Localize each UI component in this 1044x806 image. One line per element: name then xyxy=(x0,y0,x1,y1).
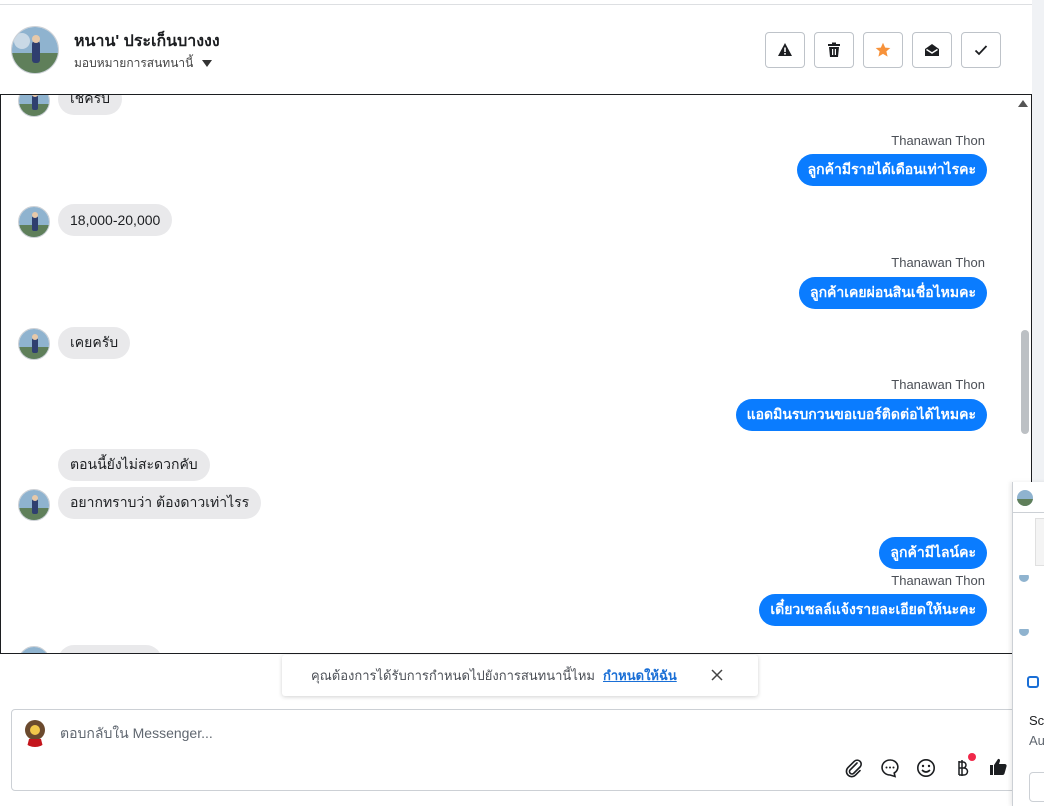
emoji-button[interactable] xyxy=(914,756,938,780)
sender-name: Thanawan Thon xyxy=(891,133,985,148)
assign-conversation-dropdown[interactable]: มอบหมายการสนทนานี้ xyxy=(74,54,213,73)
sender-name: Thanawan Thon xyxy=(891,377,985,392)
incoming-message[interactable]: เคยครับ xyxy=(58,327,131,359)
contact-avatar-small xyxy=(18,489,50,521)
trash-icon xyxy=(828,42,840,57)
mark-unread-icon xyxy=(925,44,939,56)
preview-title: Scr xyxy=(1029,713,1044,728)
assign-label: มอบหมายการสนทนานี้ xyxy=(74,56,194,70)
contact-avatar-small xyxy=(18,328,50,360)
chat-bubble-icon xyxy=(881,759,899,778)
contact-avatar-small xyxy=(18,646,50,653)
scrollbar-thumb[interactable] xyxy=(1021,330,1029,434)
link-icon xyxy=(1027,676,1039,688)
scroll-up-arrow-icon[interactable] xyxy=(1018,100,1028,107)
like-button[interactable] xyxy=(986,755,1010,779)
mark-done-button[interactable] xyxy=(961,32,1001,68)
contact-avatar[interactable] xyxy=(11,26,59,74)
incoming-message[interactable]: ตอนนี้ยังไม่สะดวกคับ xyxy=(58,449,210,481)
done-icon xyxy=(974,45,988,56)
baht-icon xyxy=(958,760,969,776)
star-icon xyxy=(875,42,891,57)
report-spam-button[interactable] xyxy=(765,32,805,68)
messenger-inbox: หนาน' ประเก็นบางงง มอบหมายการสนทนานี้ เช… xyxy=(0,0,1044,806)
preview-action-button[interactable] xyxy=(1029,772,1044,802)
outgoing-message[interactable]: แอดมินรบกวนขอเบอร์ติดต่อได้ไหมคะ xyxy=(735,399,987,431)
outgoing-message[interactable]: เดี๋ยวเซลล์แจ้งรายละเอียดให้นะคะ xyxy=(759,594,987,626)
notification-badge xyxy=(968,753,976,761)
warning-icon xyxy=(778,43,792,56)
outgoing-message[interactable]: ลูกค้าเคยผ่อนสินเชื่อไหมคะ xyxy=(798,277,987,309)
message-thread[interactable]: เช็ครับ Thanawan Thon ลูกค้ามีรายได้เดือ… xyxy=(0,94,1032,654)
preview-avatar xyxy=(1019,626,1029,636)
delete-button[interactable] xyxy=(814,32,854,68)
assign-notice: คุณต้องการได้รับการกำหนดไปยังการสนทนานี้… xyxy=(282,655,758,696)
thumbs-up-icon xyxy=(990,758,1007,775)
attach-button[interactable] xyxy=(842,756,866,780)
preview-avatar xyxy=(1017,490,1033,506)
sender-name: Thanawan Thon xyxy=(891,255,985,270)
reply-input[interactable] xyxy=(60,720,760,746)
contact-name[interactable]: หนาน' ประเก็นบางงง xyxy=(74,29,220,54)
smiley-icon xyxy=(917,759,935,777)
incoming-message[interactable]: เช็ครับ xyxy=(58,95,123,115)
contact-avatar-small xyxy=(18,206,50,238)
close-icon[interactable] xyxy=(710,668,724,682)
paperclip-icon xyxy=(845,759,862,778)
mark-unread-button[interactable] xyxy=(912,32,952,68)
star-button[interactable] xyxy=(863,32,903,68)
preview-divider xyxy=(1013,512,1044,513)
page-avatar xyxy=(20,717,50,747)
sender-name: Thanawan Thon xyxy=(891,573,985,588)
header-actions xyxy=(765,32,1001,68)
assign-notice-text: คุณต้องการได้รับการกำหนดไปยังการสนทนานี้… xyxy=(311,668,595,683)
reply-composer xyxy=(11,709,1023,791)
post-preview-panel[interactable]: Scr Au xyxy=(1012,482,1044,806)
outgoing-message[interactable]: ลูกค้ามีไลน์คะ xyxy=(879,537,987,569)
incoming-message[interactable]: 18,000-20,000 xyxy=(58,204,173,236)
assign-to-me-link[interactable]: กำหนดให้ฉัน xyxy=(603,665,677,686)
preview-avatar xyxy=(1019,572,1029,582)
contact-avatar-small xyxy=(18,95,50,117)
preview-subtitle: Au xyxy=(1029,733,1044,748)
outgoing-message[interactable]: ลูกค้ามีรายได้เดือนเท่าไรคะ xyxy=(796,154,987,186)
saved-replies-button[interactable] xyxy=(878,756,902,780)
incoming-message[interactable]: อยากทราบว่า ต้องดาวเท่าไรร xyxy=(58,487,262,519)
conversation-header: หนาน' ประเก็นบางงง มอบหมายการสนทนานี้ xyxy=(0,5,1032,94)
preview-thumbnail xyxy=(1035,518,1044,566)
incoming-message-partial xyxy=(58,645,162,653)
chevron-down-icon xyxy=(202,60,213,67)
